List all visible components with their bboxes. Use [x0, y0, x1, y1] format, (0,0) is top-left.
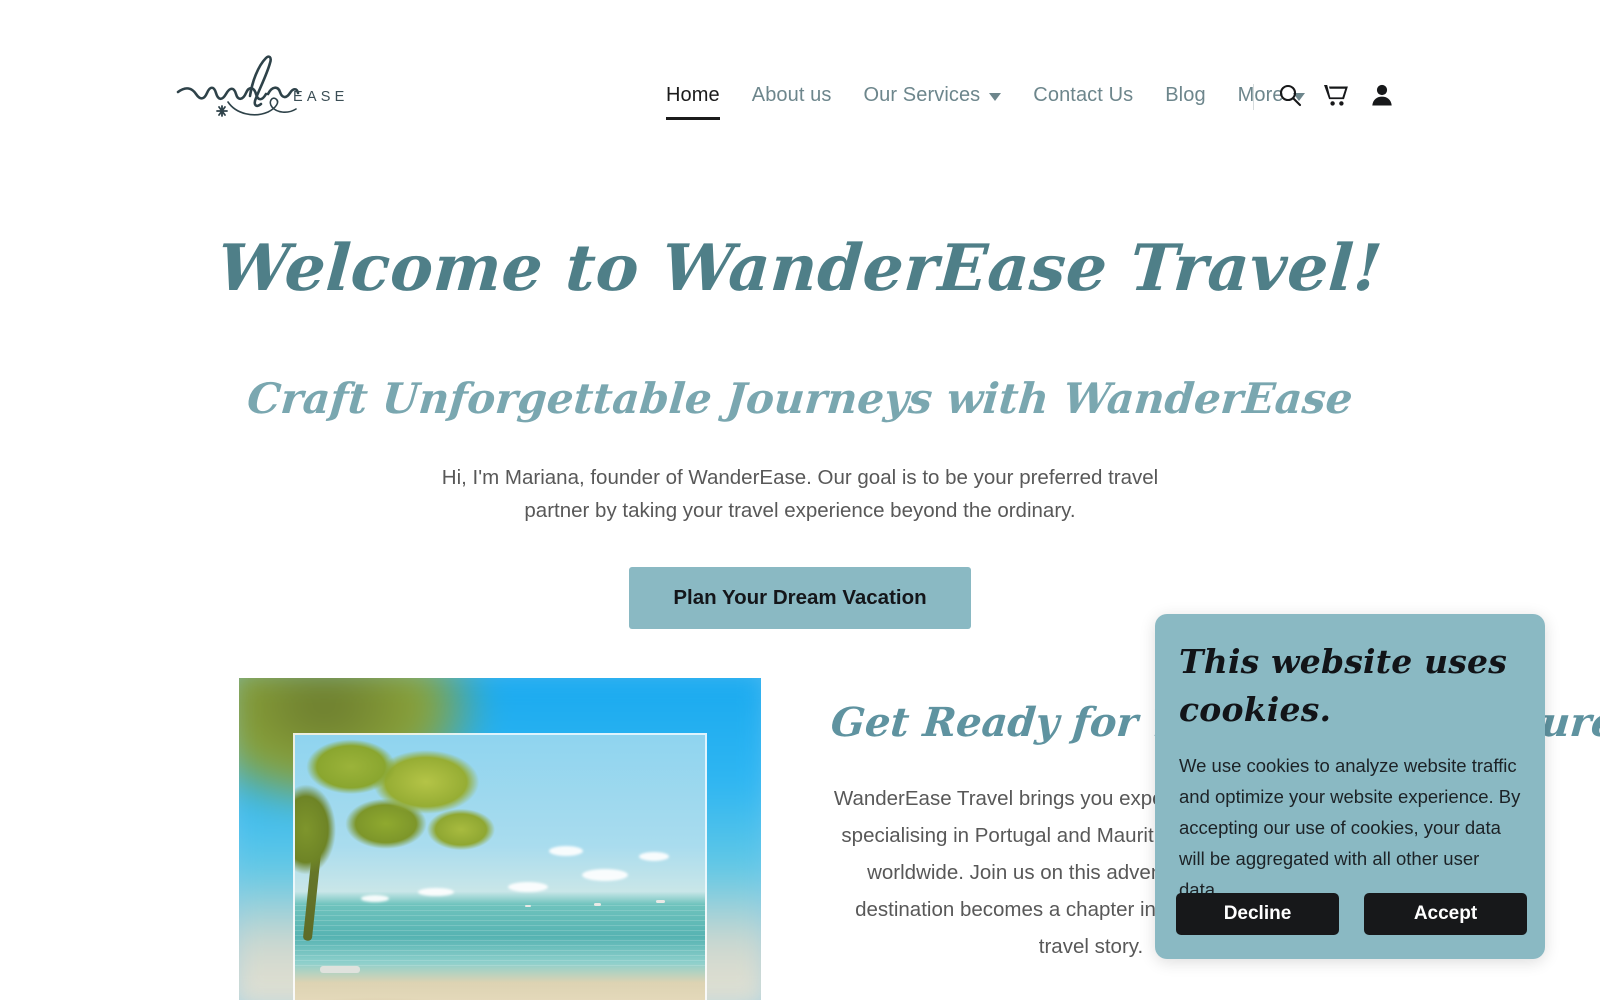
nav-item-our-services[interactable]: Our Services — [848, 80, 1018, 113]
cookie-banner-title: This website uses cookies. — [1179, 642, 1508, 729]
photo-scene — [295, 735, 705, 1000]
hero-paragraph: Hi, I'm Mariana, founder of WanderEase. … — [441, 465, 1159, 522]
cart-icon[interactable] — [1321, 80, 1351, 110]
nav-item-contact-us[interactable]: Contact Us — [1017, 80, 1149, 113]
nav-item-contact-us-label: Contact Us — [1033, 84, 1134, 106]
nav-item-blog[interactable]: Blog — [1149, 80, 1221, 113]
nav-item-our-services-label: Our Services — [863, 84, 981, 106]
nav-item-home[interactable]: Home — [650, 80, 736, 120]
hero-subtitle: Craft Unforgettable Journeys with Wander… — [245, 374, 1355, 424]
hero-section: Welcome to WanderEase Travel! Craft Unfo… — [0, 178, 1600, 629]
cookie-banner-actions: Decline Accept — [1176, 893, 1527, 935]
photo-inner-frame — [293, 733, 707, 1000]
nav-item-blog-label: Blog — [1165, 84, 1206, 106]
decline-cookies-button[interactable]: Decline — [1176, 893, 1339, 935]
accept-cookies-button[interactable]: Accept — [1364, 893, 1527, 935]
cloud-icon — [582, 868, 628, 881]
nav-item-about-us[interactable]: About us — [736, 80, 848, 113]
boat-icon — [594, 902, 602, 906]
nav-item-home-label: Home — [666, 84, 720, 106]
search-icon[interactable] — [1275, 80, 1305, 110]
tree-foliage — [295, 735, 531, 915]
beached-boat-icon — [319, 966, 360, 974]
logo-mark: EASE — [176, 55, 349, 117]
account-icon[interactable] — [1367, 80, 1397, 110]
site-logo[interactable]: EASE — [176, 52, 356, 128]
plan-your-dream-vacation-button[interactable]: Plan Your Dream Vacation — [629, 566, 971, 629]
beach-photo — [239, 678, 761, 1000]
header-divider — [1253, 84, 1254, 110]
cloud-icon — [549, 845, 584, 856]
cloud-icon — [639, 852, 670, 862]
svg-text:EASE: EASE — [293, 89, 349, 105]
chevron-down-icon — [989, 93, 1002, 101]
page-title: Welcome to WanderEase Travel! — [215, 231, 1385, 306]
nav-item-about-us-label: About us — [751, 84, 832, 106]
header-icon-group — [1275, 80, 1397, 110]
boat-icon — [655, 899, 665, 903]
active-nav-underline — [666, 117, 720, 120]
cookie-consent-banner: This website uses cookies. We use cookie… — [1155, 614, 1545, 959]
main-navigation: Home About us Our Services Contact Us Bl… — [650, 80, 1321, 120]
site-header: EASE Home About us Our Services Contact … — [0, 0, 1600, 178]
cookie-banner-body: We use cookies to analyze website traffi… — [1179, 754, 1521, 900]
sand-texture — [295, 976, 705, 1000]
